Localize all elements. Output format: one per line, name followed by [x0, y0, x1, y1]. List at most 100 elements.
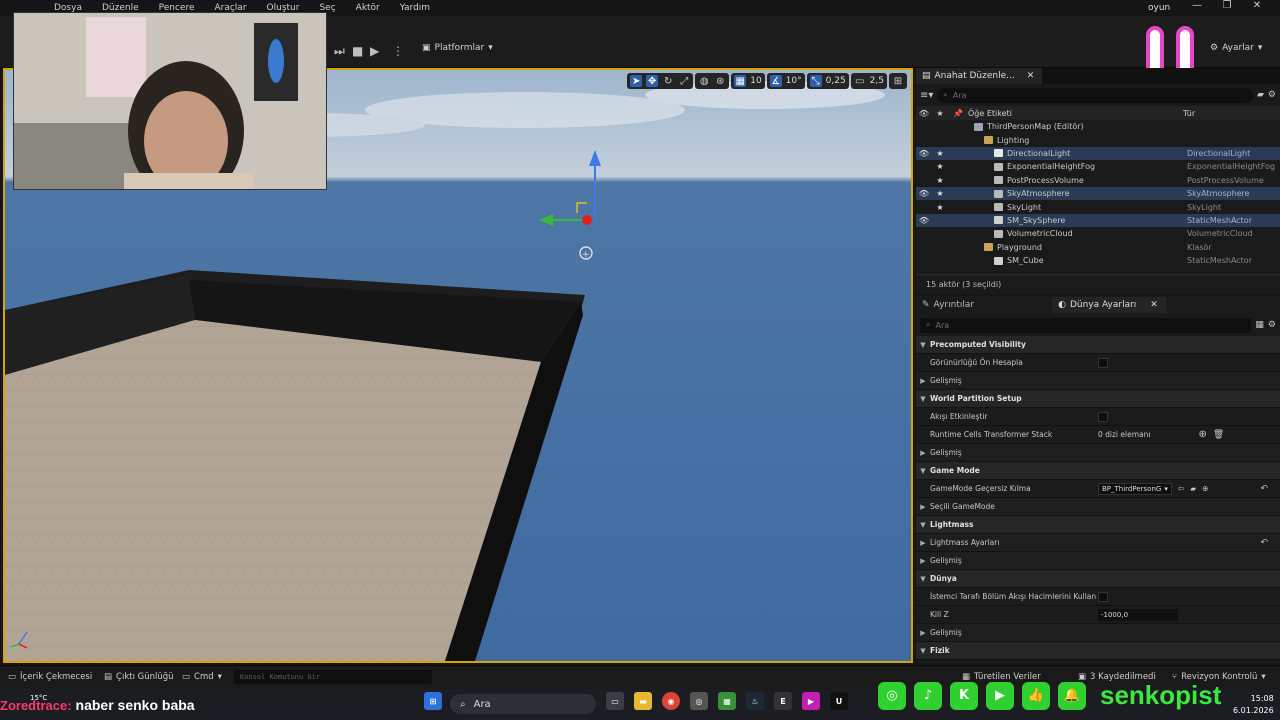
favorite-star-icon[interactable]: ★: [932, 176, 948, 185]
details-category[interactable]: ▼ Precomputed Visibility: [916, 336, 1280, 354]
trash-icon[interactable]: 🗑: [1213, 430, 1224, 440]
steam-icon[interactable]: ♨: [746, 692, 764, 710]
minimize-icon[interactable]: —: [1182, 0, 1212, 11]
grid-icon[interactable]: ▦: [734, 75, 747, 87]
unreal-engine-icon[interactable]: U: [830, 692, 848, 710]
tab-details[interactable]: ✎ Ayrıntılar: [916, 297, 982, 313]
tab-outliner[interactable]: ▤ Anahat Düzenle... ✕: [916, 68, 1043, 84]
rotation-snap[interactable]: ∡ 10°: [766, 73, 805, 89]
details-category[interactable]: ▼ Fizik: [916, 642, 1280, 660]
details-subsection[interactable]: ▶ Gelişmiş: [916, 444, 1280, 462]
settings-gear-icon[interactable]: ⚙: [1268, 90, 1276, 100]
details-subsection[interactable]: ▶ Seçili GameMode: [916, 498, 1280, 516]
output-log-button[interactable]: ▤ Çıktı Günlüğü: [104, 672, 174, 682]
store-icon[interactable]: ▦: [718, 692, 736, 710]
outliner-row[interactable]: 👁 ★ SkyAtmosphere SkyAtmosphere: [916, 186, 1280, 201]
layout-button[interactable]: ⊞: [889, 73, 907, 89]
add-folder-icon[interactable]: ▰: [1257, 90, 1264, 100]
collapse-arrow-icon[interactable]: ▼: [916, 467, 930, 475]
expand-arrow-icon[interactable]: ▶: [916, 557, 930, 565]
collapse-arrow-icon[interactable]: ▼: [916, 521, 930, 529]
platforms-button[interactable]: ▣ Platformlar ▾: [422, 43, 493, 53]
epic-games-icon[interactable]: E: [774, 692, 792, 710]
angle-icon[interactable]: ∡: [769, 75, 782, 87]
launch-icon[interactable]: ▶: [370, 44, 379, 58]
media-app-icon[interactable]: ▶: [802, 692, 820, 710]
collapse-arrow-icon[interactable]: ▼: [916, 341, 930, 349]
outliner-row[interactable]: ★ PostProcessVolume PostProcessVolume: [916, 174, 1280, 187]
scale-snap-icon[interactable]: ⤡: [809, 75, 822, 87]
console-input[interactable]: Konsol Komutunu Gir: [234, 670, 432, 684]
expand-arrow-icon[interactable]: ▶: [916, 503, 930, 511]
collapse-arrow-icon[interactable]: ▼: [916, 395, 930, 403]
windows-start-icon[interactable]: ⊞: [424, 692, 442, 710]
details-subsection[interactable]: ▶ Lightmass Ayarları ↶: [916, 534, 1280, 552]
menu-item[interactable]: Aktör: [346, 3, 390, 13]
surface-snap-icon[interactable]: ⊛: [714, 75, 726, 87]
world-space-icon[interactable]: ◍: [698, 75, 710, 87]
outliner-row[interactable]: 👁 SM_SkySphere StaticMeshActor: [916, 213, 1280, 228]
chrome-icon[interactable]: ◉: [662, 692, 680, 710]
outliner-row[interactable]: Playground Klasör: [916, 241, 1280, 254]
filter-icon[interactable]: ≡▾: [920, 90, 933, 101]
collapse-arrow-icon[interactable]: ▼: [916, 575, 930, 583]
scale-snap[interactable]: ⤡ 0,25: [806, 73, 849, 89]
details-subsection[interactable]: ▶ Gelişmiş: [916, 372, 1280, 390]
favorite-star-icon[interactable]: ★: [932, 149, 948, 158]
kill-z-field[interactable]: -1000,0: [1098, 608, 1178, 621]
outliner-row[interactable]: VolumetricCloud VolumetricCloud: [916, 227, 1280, 240]
favorite-star-icon[interactable]: ★: [932, 203, 948, 212]
reset-to-default-icon[interactable]: ↶: [1260, 484, 1268, 494]
col-item-label[interactable]: Öğe Etiketi: [968, 109, 1012, 118]
camera-speed[interactable]: ▭ 2,5: [850, 73, 887, 89]
expand-arrow-icon[interactable]: ▶: [916, 449, 930, 457]
details-category[interactable]: ▼ Game Mode: [916, 462, 1280, 480]
step-icon[interactable]: ⏭: [334, 44, 345, 59]
close-icon[interactable]: ✕: [1242, 0, 1272, 11]
content-drawer-button[interactable]: ▭ İçerik Çekmecesi: [8, 672, 92, 682]
outliner-row[interactable]: SM_Cube StaticMeshActor: [916, 254, 1280, 267]
col-type[interactable]: Tür: [1183, 109, 1195, 118]
collapse-arrow-icon[interactable]: ▼: [916, 647, 930, 655]
settings-gear-icon[interactable]: ⚙: [1268, 320, 1276, 330]
outliner-search-input[interactable]: ⌕ Ara: [937, 87, 1253, 103]
menu-item[interactable]: Yardım: [390, 3, 440, 13]
details-subsection[interactable]: ▶ Gelişmiş: [916, 624, 1280, 642]
expand-arrow-icon[interactable]: ▶: [916, 629, 930, 637]
file-explorer-icon[interactable]: ▬: [634, 692, 652, 710]
outliner-row[interactable]: ★ SkyLight SkyLight: [916, 200, 1280, 213]
gamemode-dropdown[interactable]: BP_ThirdPersonG ▾: [1098, 482, 1172, 495]
close-icon[interactable]: ✕: [1027, 71, 1035, 81]
restore-icon[interactable]: ❐: [1212, 0, 1242, 11]
outliner-row[interactable]: Lighting: [916, 133, 1280, 146]
outliner-row[interactable]: ★ ExponentialHeightFog ExponentialHeightFo…: [916, 160, 1280, 173]
taskbar-search[interactable]: ⌕ Ara: [450, 694, 596, 714]
details-subsection[interactable]: ▶ Gelişmiş: [916, 552, 1280, 570]
cmd-dropdown[interactable]: ▭ Cmd ▾: [182, 672, 222, 682]
folder-icon[interactable]: ▰: [1190, 484, 1196, 493]
tab-world-settings[interactable]: ◐ Dünya Ayarları ✕: [1052, 297, 1166, 313]
checkbox[interactable]: [1098, 357, 1108, 368]
outliner-row[interactable]: 👁 ★ DirectionalLight DirectionalLight: [916, 146, 1280, 161]
taskbar-clock[interactable]: 15:08 6.01.2026: [1233, 693, 1274, 717]
task-view-icon[interactable]: ▭: [606, 692, 624, 710]
expand-arrow-icon[interactable]: ▶: [916, 377, 930, 385]
browse-back-icon[interactable]: ⇦: [1178, 484, 1184, 493]
visibility-eye-icon[interactable]: 👁: [916, 216, 932, 225]
rotate-icon[interactable]: ↻: [662, 75, 674, 87]
app-icon[interactable]: ◎: [690, 692, 708, 710]
favorite-star-icon[interactable]: ★: [932, 189, 948, 198]
checkbox[interactable]: [1098, 411, 1108, 422]
add-element-icon[interactable]: ⊕: [1198, 429, 1206, 440]
details-search-input[interactable]: ⌕ Ara: [920, 317, 1252, 333]
expand-arrow-icon[interactable]: ▶: [916, 539, 930, 547]
add-icon[interactable]: ⊕: [1202, 484, 1208, 493]
scale-icon[interactable]: ⤢: [678, 75, 690, 87]
table-view-icon[interactable]: ▦: [1255, 320, 1264, 330]
select-icon[interactable]: ➤: [630, 75, 643, 87]
reset-to-default-icon[interactable]: ↶: [1260, 538, 1268, 548]
more-options-icon[interactable]: ⋮: [392, 44, 404, 58]
translate-icon[interactable]: ✥: [646, 75, 659, 87]
close-icon[interactable]: ✕: [1150, 300, 1158, 310]
details-category[interactable]: ▼ World Partition Setup: [916, 390, 1280, 408]
